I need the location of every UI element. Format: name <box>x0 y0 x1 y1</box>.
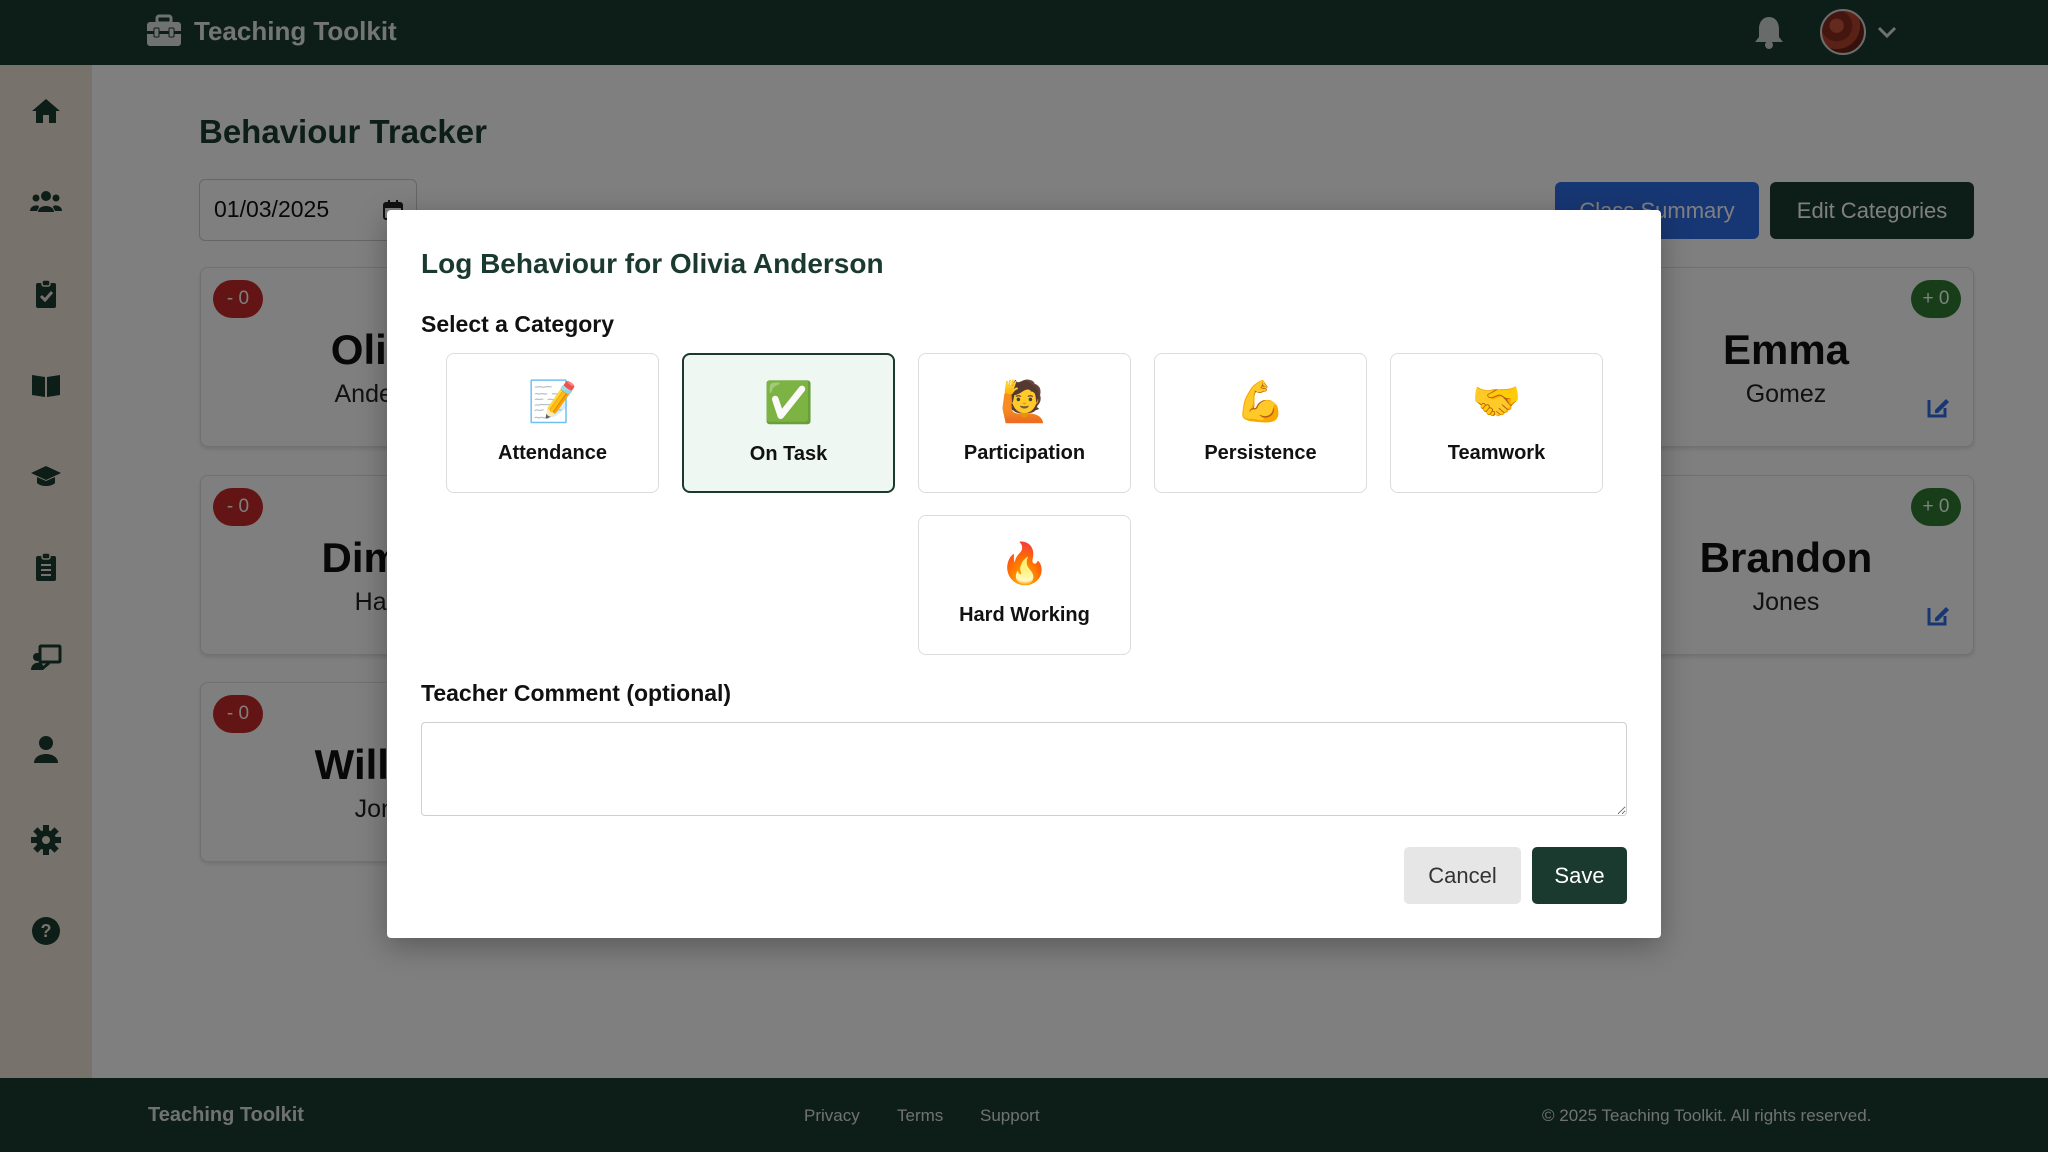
handshake-icon: 🤝 <box>1471 379 1522 425</box>
teacher-comment-input[interactable] <box>421 722 1627 816</box>
raising-hand-icon: 🙋 <box>999 379 1050 425</box>
category-attendance[interactable]: 📝 Attendance <box>446 353 659 493</box>
memo-icon: 📝 <box>527 379 578 425</box>
category-on-task[interactable]: ✅ On Task <box>682 353 895 493</box>
flexed-biceps-icon: 💪 <box>1235 379 1286 425</box>
category-label: Participation <box>963 442 1086 464</box>
select-category-label: Select a Category <box>421 311 615 337</box>
teacher-comment-label: Teacher Comment (optional) <box>421 680 732 706</box>
category-label: Teamwork <box>1447 442 1546 464</box>
category-label: Attendance <box>498 442 607 464</box>
fire-icon: 🔥 <box>999 541 1050 587</box>
category-label: On Task <box>749 443 828 465</box>
modal-title: Log Behaviour for Olivia Anderson <box>421 248 884 279</box>
category-label: Persistence <box>1204 442 1317 464</box>
log-behaviour-modal: Log Behaviour for Olivia Anderson Select… <box>387 210 1661 938</box>
check-mark-icon: ✅ <box>763 380 814 426</box>
save-button[interactable]: Save <box>1532 847 1627 904</box>
category-hard-working[interactable]: 🔥 Hard Working <box>918 515 1131 655</box>
category-teamwork[interactable]: 🤝 Teamwork <box>1390 353 1603 493</box>
category-persistence[interactable]: 💪 Persistence <box>1154 353 1367 493</box>
category-label: Hard Working <box>959 604 1090 626</box>
category-participation[interactable]: 🙋 Participation <box>918 353 1131 493</box>
cancel-button[interactable]: Cancel <box>1404 847 1521 904</box>
